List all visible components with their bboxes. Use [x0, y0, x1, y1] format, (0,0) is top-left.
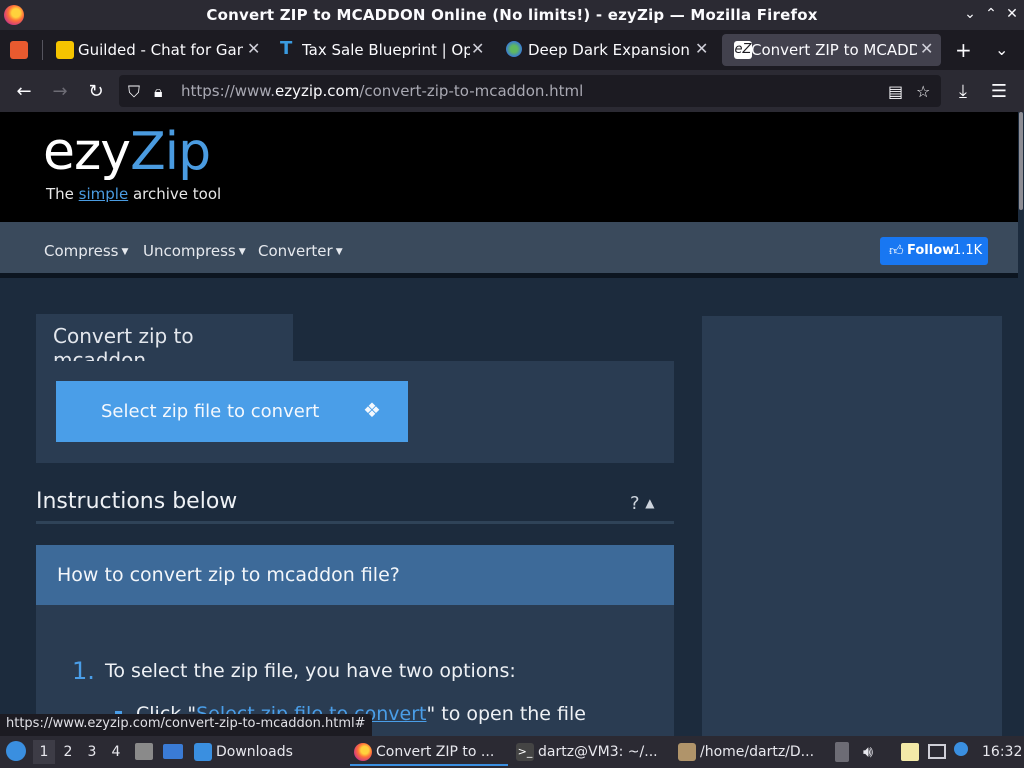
volume-icon[interactable]: 🔊︎ — [863, 742, 873, 762]
tab-label: Convert ZIP to MCADDON — [751, 41, 917, 59]
converter-tab: Convert zip to mcaddon — [36, 314, 293, 372]
archive-icon — [678, 743, 696, 761]
terminal-icon: >_ — [516, 743, 534, 761]
lock-icon[interactable]: 🔒︎ — [154, 82, 163, 102]
maximize-button[interactable]: ⌃ — [983, 6, 999, 22]
main-content: Convert zip to mcaddon Select zip file t… — [0, 283, 1020, 736]
divider — [36, 521, 674, 524]
workspace-1[interactable]: 1 — [33, 740, 55, 764]
tab-ezyzip[interactable]: eZ Convert ZIP to MCADDON ✕ — [722, 34, 941, 66]
menu-icon[interactable]: ☰ — [988, 81, 1010, 102]
file-manager-icon[interactable] — [135, 743, 153, 760]
url-bar[interactable]: ⛉ 🔒︎ https://www.ezyzip.com/convert-zip-… — [119, 75, 941, 107]
tab-label: Guilded - Chat for Gaming — [78, 41, 243, 59]
reload-icon[interactable]: ↻ — [85, 81, 107, 102]
facebook-follow-button[interactable]: 👍︎ Follow 1.1K — [880, 237, 988, 265]
step-text: To select the zip file, you have two opt… — [105, 660, 516, 682]
guilded-icon — [56, 41, 74, 59]
back-icon[interactable]: ← — [13, 81, 35, 102]
nav-converter[interactable]: Converter ▼ — [258, 242, 343, 260]
tab-label: Tax Sale Blueprint | Opt-In — [302, 41, 470, 59]
close-tab-icon[interactable]: ✕ — [247, 39, 260, 58]
firefox-icon — [354, 743, 372, 761]
window-titlebar: Convert ZIP to MCADDON Online (No limits… — [0, 0, 1024, 30]
close-tab-icon[interactable]: ✕ — [471, 39, 484, 58]
tab-bar: Guilded - Chat for Gaming ✕ T Tax Sale B… — [0, 30, 1024, 70]
close-tab-icon[interactable]: ✕ — [695, 39, 708, 58]
taskbar-window-archive[interactable]: /home/dartz/D... — [674, 738, 826, 766]
step-number: 1. — [72, 657, 95, 685]
page-scrollbar[interactable] — [1018, 112, 1024, 736]
caret-down-icon: ▼ — [121, 247, 129, 257]
ezyzip-logo[interactable]: ezyZip — [43, 122, 211, 182]
site-navbar: Compress ▼ Uncompress ▼ Converter ▼ 👍︎ Foll… — [0, 222, 1020, 278]
taskbar-window-firefox[interactable]: Convert ZIP to ... — [350, 738, 508, 766]
new-tab-button[interactable]: + — [955, 38, 972, 62]
clock[interactable]: 16:32 — [982, 744, 1022, 760]
bookmark-star-icon[interactable]: ☆ — [916, 82, 930, 101]
workspace-4[interactable]: 4 — [105, 740, 127, 764]
minimize-button[interactable]: ⌄ — [962, 6, 978, 22]
firefox-view-button[interactable] — [0, 30, 40, 70]
caret-down-icon: ▼ — [238, 247, 246, 257]
network-icon[interactable] — [928, 744, 946, 759]
instructions-toggle[interactable]: ? ▲ — [630, 493, 655, 514]
converter-panel: Select zip file to convert ❖ — [36, 361, 674, 463]
globe-icon — [506, 41, 522, 57]
instructions-heading: Instructions below — [36, 489, 238, 514]
reader-view-icon[interactable]: ▤ — [888, 82, 903, 101]
desktop-icon[interactable] — [163, 744, 183, 759]
ezyzip-icon: eZ — [734, 41, 752, 59]
taskbar-downloads[interactable]: Downloads — [190, 738, 300, 766]
forward-icon[interactable]: → — [49, 81, 71, 102]
howto-panel: How to convert zip to mcaddon file? 1. T… — [36, 545, 674, 736]
list-tabs-button[interactable]: ⌄ — [995, 40, 1008, 59]
select-file-button[interactable]: Select zip file to convert ❖ — [56, 381, 408, 442]
caret-up-icon: ▲ — [645, 496, 655, 510]
tab-deep-dark[interactable]: Deep Dark Expansion Mod ✕ — [494, 30, 718, 70]
nav-compress[interactable]: Compress ▼ — [44, 242, 128, 260]
url-text[interactable]: https://www.ezyzip.com/convert-zip-to-mc… — [181, 82, 583, 100]
tab-label: Deep Dark Expansion Mod — [528, 41, 696, 59]
thumbs-up-icon: 👍︎ — [889, 243, 904, 259]
workspace-3[interactable]: 3 — [81, 740, 103, 764]
caret-down-icon: ▼ — [335, 247, 343, 257]
folder-icon — [194, 743, 212, 761]
notes-icon[interactable] — [901, 743, 919, 761]
clipboard-icon[interactable] — [835, 742, 849, 762]
taskbar: 1 2 3 4 Downloads Convert ZIP to ... >_ … — [0, 736, 1024, 768]
workspace-2[interactable]: 2 — [57, 740, 79, 764]
tab-guilded[interactable]: Guilded - Chat for Gaming ✕ — [44, 30, 266, 70]
shield-icon[interactable]: ⛉ — [128, 82, 140, 102]
firefox-view-icon — [10, 41, 28, 59]
window-title: Convert ZIP to MCADDON Online (No limits… — [206, 6, 818, 24]
dropbox-icon[interactable]: ❖ — [363, 398, 381, 422]
downloads-icon[interactable]: ⤓ — [952, 81, 974, 102]
close-window-button[interactable]: ✕ — [1004, 6, 1020, 22]
close-tab-icon[interactable]: ✕ — [920, 39, 933, 58]
nav-uncompress[interactable]: Uncompress ▼ — [143, 242, 246, 260]
app-menu-icon[interactable] — [6, 741, 26, 761]
status-url: https://www.ezyzip.com/convert-zip-to-mc… — [0, 714, 372, 736]
t-icon: T — [280, 38, 293, 59]
update-icon[interactable] — [954, 742, 968, 756]
logo-tagline: The simple archive tool — [46, 185, 222, 203]
sidebar-ad-panel — [702, 316, 1002, 736]
navigation-toolbar: ← → ↻ ⛉ 🔒︎ https://www.ezyzip.com/conver… — [0, 70, 1024, 112]
site-header: ezyZip The simple archive tool — [0, 112, 1020, 222]
howto-title: How to convert zip to mcaddon file? — [36, 545, 674, 605]
taskbar-window-terminal[interactable]: >_ dartz@VM3: ~/... — [512, 738, 668, 766]
tab-tax-sale[interactable]: T Tax Sale Blueprint | Opt-In ✕ — [268, 30, 492, 70]
